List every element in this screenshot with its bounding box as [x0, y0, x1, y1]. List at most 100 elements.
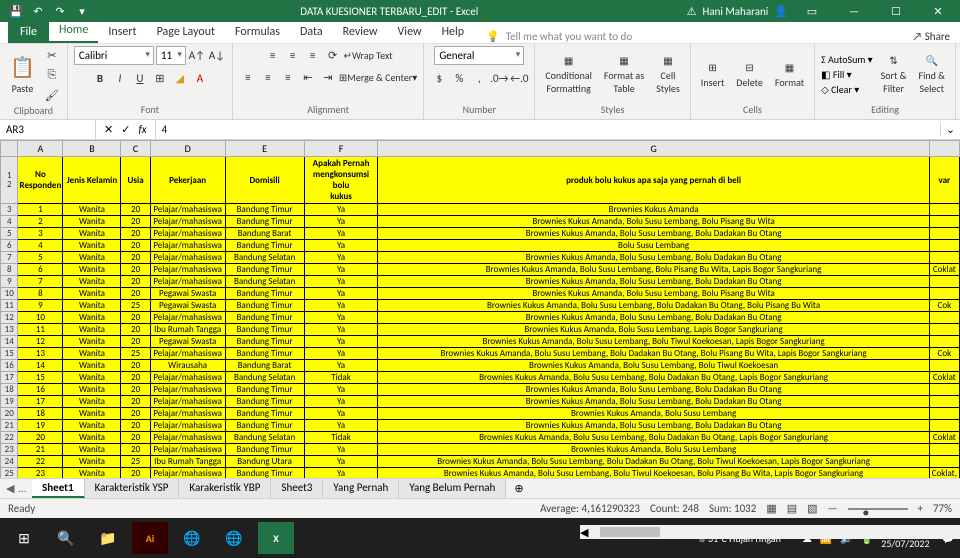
cell[interactable]: Brownies Kukus Amanda, Bolu Susu Lembang…: [378, 288, 929, 300]
cell[interactable]: Brownies Kukus Amanda, Bolu Susu Lembang…: [378, 432, 929, 444]
tab-home[interactable]: Home: [49, 19, 98, 43]
cell[interactable]: Bandung Timur: [225, 300, 304, 312]
start-button[interactable]: ⊞: [6, 522, 42, 554]
header-cell[interactable]: Usia: [121, 157, 150, 204]
cell[interactable]: Tidak: [304, 432, 378, 444]
formula-input[interactable]: 4: [156, 120, 940, 139]
cell[interactable]: [929, 384, 959, 396]
view-page-layout-icon[interactable]: ▤: [787, 502, 797, 515]
align-left[interactable]: ≡: [239, 68, 257, 86]
expand-formula-bar[interactable]: ⌄: [940, 123, 960, 136]
col-header-D[interactable]: D: [150, 141, 225, 157]
cell[interactable]: Ya: [304, 420, 378, 432]
cell[interactable]: 20: [121, 288, 150, 300]
cell[interactable]: Bolu Susu Lembang: [378, 240, 929, 252]
cell[interactable]: Bandung Timur: [225, 420, 304, 432]
cell[interactable]: Wanita: [63, 312, 121, 324]
user-avatar[interactable]: 👤: [774, 5, 788, 18]
fx-icon[interactable]: fx: [138, 123, 146, 136]
cell[interactable]: Ibu Rumah Tangga: [150, 456, 225, 468]
format-as-table-button[interactable]: ▦Format as Table: [600, 52, 648, 97]
cell-styles-button[interactable]: ▦Cell Styles: [652, 52, 684, 97]
tell-me[interactable]: 💡 Tell me what you want to do: [486, 30, 632, 43]
cell[interactable]: Bandung Timur: [225, 336, 304, 348]
align-top[interactable]: ≡: [264, 46, 282, 64]
cell[interactable]: Pelajar/mahasiswa: [150, 252, 225, 264]
row-header-8[interactable]: 8: [1, 264, 18, 276]
edge-icon[interactable]: 🌐: [216, 522, 252, 554]
cell[interactable]: Pelajar/mahasiswa: [150, 396, 225, 408]
cell[interactable]: Ibu Rumah Tangga: [150, 324, 225, 336]
cell[interactable]: Brownies Kukus Amanda, Bolu Susu Lembang…: [378, 216, 929, 228]
cell[interactable]: 20: [121, 360, 150, 372]
minimize-button[interactable]: —: [836, 0, 872, 22]
cell[interactable]: Brownies Kukus Amanda, Bolu Susu Lembang…: [378, 348, 929, 360]
insert-cells-button[interactable]: ⊞Insert: [697, 59, 729, 91]
cell[interactable]: Cok: [929, 348, 959, 360]
tab-review[interactable]: Review: [333, 21, 388, 43]
cell[interactable]: Pelajar/mahasiswa: [150, 264, 225, 276]
cell[interactable]: Bandung Selatan: [225, 432, 304, 444]
view-page-break-icon[interactable]: ▧: [807, 502, 817, 515]
cell[interactable]: Ya: [304, 276, 378, 288]
col-header-G[interactable]: G: [378, 141, 929, 157]
cell[interactable]: Pelajar/mahasiswa: [150, 240, 225, 252]
qat-dropdown[interactable]: ▾: [72, 1, 92, 21]
horizontal-scrollbar[interactable]: ◀: [580, 525, 960, 539]
close-button[interactable]: ✕: [920, 0, 956, 22]
header-cell[interactable]: Pekerjaan: [150, 157, 225, 204]
row-header-15[interactable]: 15: [1, 348, 18, 360]
spreadsheet-grid[interactable]: ABCDEFG12No RespondenJenis KelaminUsiaPe…: [0, 140, 960, 478]
cell[interactable]: Ya: [304, 468, 378, 479]
cell[interactable]: [929, 324, 959, 336]
cell[interactable]: 8: [18, 288, 63, 300]
align-right[interactable]: ≡: [279, 68, 297, 86]
cell[interactable]: Coklat: [929, 432, 959, 444]
cell[interactable]: 3: [18, 228, 63, 240]
cell[interactable]: Ya: [304, 324, 378, 336]
row-header-3[interactable]: 3: [1, 204, 18, 216]
row-header-16[interactable]: 16: [1, 360, 18, 372]
tab-formulas[interactable]: Formulas: [225, 21, 290, 43]
cell[interactable]: Brownies Kukus Amanda, Bolu Susu Lembang…: [378, 384, 929, 396]
illustrator-icon[interactable]: Ai: [132, 522, 168, 554]
cell[interactable]: 25: [121, 348, 150, 360]
row-header-25[interactable]: 25: [1, 468, 18, 479]
cell[interactable]: 20: [121, 276, 150, 288]
cell[interactable]: Brownies Kukus Amanda, Bolu Susu Lembang: [378, 444, 929, 456]
underline-button[interactable]: U: [131, 69, 149, 87]
cell[interactable]: Brownies Kukus Amanda, Bolu Susu Lembang…: [378, 336, 929, 348]
cell[interactable]: 2: [18, 216, 63, 228]
cell[interactable]: Wanita: [63, 204, 121, 216]
cell[interactable]: [929, 228, 959, 240]
cell[interactable]: Pelajar/mahasiswa: [150, 372, 225, 384]
share-button[interactable]: ↗ Share: [913, 30, 950, 43]
cell[interactable]: 20: [121, 252, 150, 264]
cell[interactable]: Pelajar/mahasiswa: [150, 432, 225, 444]
cell[interactable]: 20: [121, 216, 150, 228]
cell[interactable]: Pelajar/mahasiswa: [150, 420, 225, 432]
zoom-level[interactable]: 77%: [933, 502, 952, 515]
cell[interactable]: Bandung Barat: [225, 228, 304, 240]
cell[interactable]: Ya: [304, 396, 378, 408]
increase-decimal[interactable]: .0→: [490, 69, 508, 87]
save-icon[interactable]: 💾: [6, 1, 26, 21]
row-header-4[interactable]: 4: [1, 216, 18, 228]
cell[interactable]: 17: [18, 396, 63, 408]
cell[interactable]: Pelajar/mahasiswa: [150, 204, 225, 216]
sheet-tab[interactable]: Yang Belum Pernah: [399, 479, 506, 498]
cell[interactable]: Coklat: [929, 372, 959, 384]
cell[interactable]: 11: [18, 324, 63, 336]
cell[interactable]: [929, 276, 959, 288]
autosum-button[interactable]: Σ AutoSum ▾: [821, 53, 873, 66]
row-header-21[interactable]: 21: [1, 420, 18, 432]
orientation[interactable]: ⟳: [324, 46, 342, 64]
currency-button[interactable]: $: [430, 69, 448, 87]
cell[interactable]: Brownies Kukus Amanda, Bolu Susu Lembang…: [378, 396, 929, 408]
cell[interactable]: Ya: [304, 216, 378, 228]
delete-cells-button[interactable]: ⊟Delete: [732, 59, 767, 91]
sheet-tab[interactable]: Sheet3: [271, 479, 323, 498]
fill-button[interactable]: ◧ Fill ▾: [821, 68, 873, 81]
cell[interactable]: [929, 444, 959, 456]
tab-insert[interactable]: Insert: [98, 21, 146, 43]
